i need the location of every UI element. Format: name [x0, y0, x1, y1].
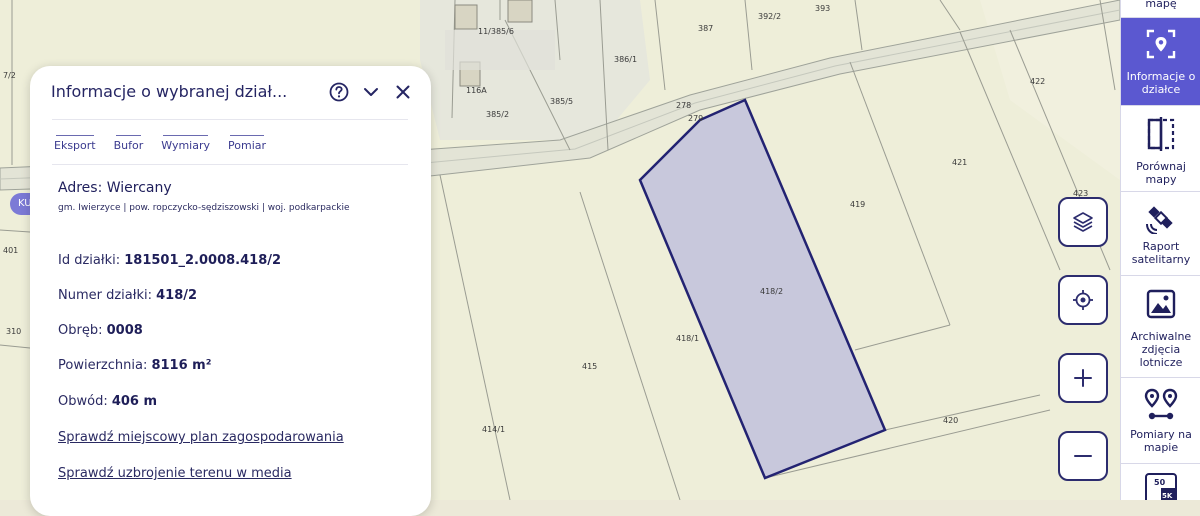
- panel-title: Informacje o wybranej dział...: [51, 82, 288, 101]
- field-perimeter: Obwód: 406 m: [58, 394, 157, 409]
- toolbar-label: działce: [1141, 83, 1181, 96]
- map-label: 278: [676, 101, 691, 110]
- collapse-button[interactable]: [360, 81, 382, 103]
- toolbar-label: zdjęcia: [1141, 343, 1181, 356]
- field-value: 418/2: [156, 288, 198, 303]
- layers-button[interactable]: [1058, 197, 1108, 247]
- field-value: 8116 m²: [151, 358, 212, 373]
- toolbar-label: Pomiary na: [1130, 428, 1192, 441]
- panel-tabs: Eksport Bufor Wymiary Pomiar: [54, 135, 284, 152]
- toolbar-label: Porównaj: [1136, 160, 1186, 173]
- field-parcel-id: Id działki: 181501_2.0008.418/2: [58, 253, 281, 268]
- toolbar-label: mapie: [1143, 441, 1179, 454]
- zoom-in-button[interactable]: [1058, 353, 1108, 403]
- chevron-down-icon: [364, 88, 378, 96]
- help-button[interactable]: [328, 81, 350, 103]
- zoom-out-button[interactable]: [1058, 431, 1108, 481]
- toolbar-item-measurements[interactable]: Pomiary na mapie: [1121, 378, 1200, 464]
- close-button[interactable]: [392, 81, 414, 103]
- scale-top-text: 50: [1154, 478, 1166, 487]
- map-label: 386/1: [614, 55, 637, 64]
- field-label: Numer działki:: [58, 288, 152, 303]
- map-label: 393: [815, 4, 830, 13]
- toolbar-label: mapy: [1145, 173, 1177, 186]
- map-label: 279: [688, 114, 703, 123]
- map-label: 421: [952, 158, 967, 167]
- minus-icon: [1074, 455, 1092, 457]
- toolbar-item-compare-maps[interactable]: Porównaj mapy: [1121, 106, 1200, 192]
- tab-export[interactable]: Eksport: [54, 135, 96, 152]
- tab-buffer[interactable]: Bufor: [114, 135, 143, 152]
- toolbar-label: lotnicze: [1139, 356, 1183, 369]
- header-divider: [52, 119, 408, 120]
- toolbar-label: satelitarny: [1131, 253, 1191, 266]
- address-subtitle: gm. Iwierzyce | pow. ropczycko-sędziszow…: [58, 203, 350, 213]
- toolbar-item-satellite-report[interactable]: Raport satelitarny: [1121, 192, 1200, 276]
- tabs-divider: [52, 164, 408, 165]
- tab-dimensions[interactable]: Wymiary: [161, 135, 210, 152]
- map-label: 422: [1030, 77, 1045, 86]
- map-label: 418/1: [676, 334, 699, 343]
- map-label: 385/2: [486, 110, 509, 119]
- map-label: 310: [6, 327, 21, 336]
- field-label: Obręb:: [58, 323, 103, 338]
- field-label: Powierzchnia:: [58, 358, 148, 373]
- map-label: 418/2: [760, 287, 783, 296]
- parcel-info-panel: Informacje o wybranej dział... Eksport B…: [30, 66, 431, 516]
- field-value: 406 m: [111, 394, 158, 409]
- image-icon: [1146, 289, 1176, 319]
- compare-maps-icon: [1147, 117, 1175, 151]
- utilities-link[interactable]: Sprawdź uzbrojenie terenu w media: [58, 466, 292, 481]
- toolbar-item-archival-photos[interactable]: Archiwalne zdjęcia lotnicze: [1121, 276, 1200, 378]
- crosshair-icon: [1073, 290, 1093, 310]
- field-precinct: Obręb: 0008: [58, 323, 143, 338]
- map-label: 385/5: [550, 97, 573, 106]
- plus-icon: [1074, 369, 1092, 387]
- field-parcel-number: Numer działki: 418/2: [58, 288, 197, 303]
- route-pins-icon: [1144, 388, 1178, 420]
- map-yard: [445, 30, 555, 70]
- help-icon: [329, 82, 349, 102]
- map-label: 414/1: [482, 425, 505, 434]
- scale-bottom-text: 5K: [1162, 492, 1173, 500]
- map-label: 419: [850, 200, 865, 209]
- map-label: 401: [3, 246, 18, 255]
- toolbar-item-map[interactable]: mapę: [1121, 0, 1200, 18]
- zoning-plan-link[interactable]: Sprawdź miejscowy plan zagospodarowania: [58, 430, 344, 445]
- field-area: Powierzchnia: 8116 m²: [58, 358, 211, 373]
- field-value: 0008: [106, 323, 143, 338]
- locate-button[interactable]: [1058, 275, 1108, 325]
- right-toolbar: mapę Informacje o działce Porównaj mapy …: [1120, 0, 1200, 500]
- toolbar-item-scale[interactable]: 50 5K: [1121, 464, 1200, 500]
- toolbar-label: Archiwalne: [1130, 330, 1192, 343]
- toolbar-label: mapę: [1145, 0, 1177, 10]
- tab-measure[interactable]: Pomiar: [228, 135, 266, 152]
- map-label: 392/2: [758, 12, 781, 21]
- map-label: 11/385/6: [478, 27, 514, 36]
- map-label: 7/2: [3, 71, 16, 80]
- field-value: 181501_2.0008.418/2: [124, 253, 282, 268]
- scale-icon: 50 5K: [1145, 473, 1177, 500]
- satellite-icon: [1146, 206, 1173, 234]
- field-label: Id działki:: [58, 253, 121, 268]
- toolbar-item-parcel-info[interactable]: Informacje o działce: [1121, 18, 1200, 106]
- close-icon: [396, 85, 410, 99]
- map-label: 415: [582, 362, 597, 371]
- layers-icon: [1073, 212, 1093, 232]
- map-label: 387: [698, 24, 713, 33]
- map-label: 420: [943, 416, 958, 425]
- field-label: Obwód:: [58, 394, 108, 409]
- toolbar-label: Raport: [1142, 240, 1180, 253]
- parcel-info-icon: [1146, 29, 1176, 59]
- toolbar-label: Informacje o: [1126, 70, 1196, 83]
- address-title: Adres: Wiercany: [58, 180, 172, 196]
- map-label: 116A: [466, 86, 487, 95]
